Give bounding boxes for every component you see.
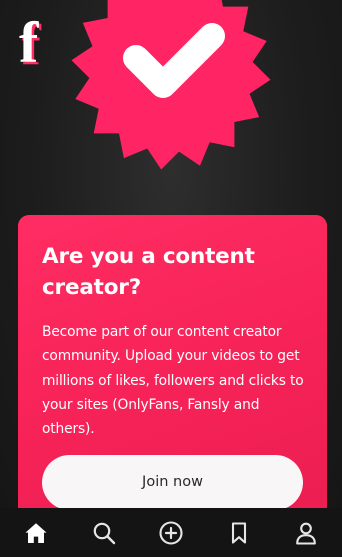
join-now-button[interactable]: Join now (42, 455, 303, 510)
home-icon (25, 522, 47, 543)
plus-circle-icon (159, 520, 183, 545)
nav-item-profile[interactable] (292, 519, 320, 547)
bottom-navigation (0, 508, 342, 557)
nav-item-saved[interactable] (225, 519, 253, 547)
logo-letter: f (19, 18, 39, 70)
verified-badge (51, 0, 291, 186)
app-logo[interactable]: f f (16, 10, 56, 78)
nav-item-search[interactable] (90, 519, 118, 547)
promo-description: Become part of our content creator commu… (42, 324, 304, 438)
creator-promo-card: Are you a content creator? Become part o… (18, 215, 327, 545)
promo-title: Are you a content creator? (42, 244, 255, 300)
checkmark-badge-icon (71, 0, 271, 170)
user-icon (296, 522, 316, 545)
nav-item-add[interactable] (157, 519, 185, 547)
logo-f-icon: f f (19, 10, 42, 78)
nav-item-home[interactable] (22, 519, 50, 547)
bookmark-icon (231, 521, 246, 544)
search-icon (93, 522, 115, 544)
